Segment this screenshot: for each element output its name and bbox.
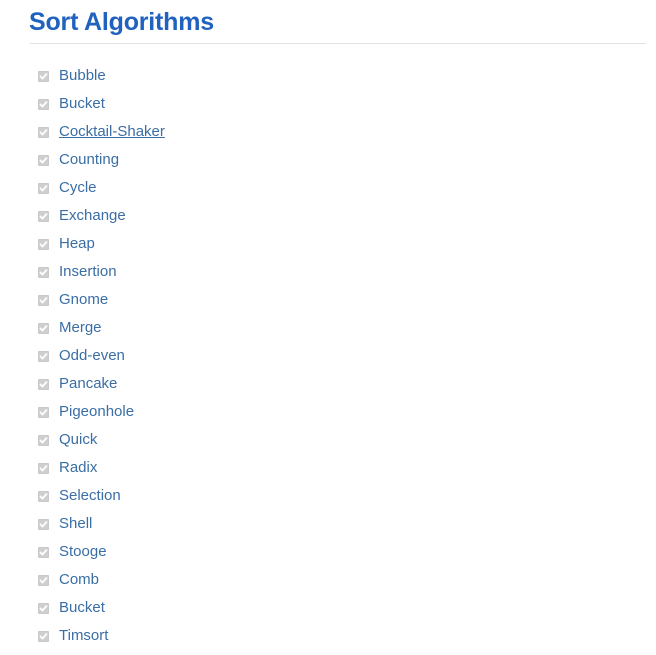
checkbox-checked-disabled-icon[interactable] xyxy=(38,546,49,558)
list-item[interactable]: Cycle xyxy=(0,174,656,202)
checkbox-checked-disabled-icon[interactable] xyxy=(38,462,49,474)
list-item[interactable]: Gnome xyxy=(0,286,656,314)
checkbox-checked-disabled-icon[interactable] xyxy=(38,154,49,166)
list-item[interactable]: Exchange xyxy=(0,202,656,230)
checkbox-checked-disabled-icon[interactable] xyxy=(38,378,49,390)
list-item-label[interactable]: Heap xyxy=(59,235,95,253)
list-item-label[interactable]: Counting xyxy=(59,151,119,169)
list-item-label[interactable]: Cocktail-Shaker xyxy=(59,123,165,141)
title-divider xyxy=(30,43,646,44)
page-root: Sort Algorithms Bubble Bucket Cocktail-Sha… xyxy=(0,0,656,655)
sort-algorithm-list: Bubble Bucket Cocktail-Shaker Counting Cycle… xyxy=(0,62,656,650)
list-item-label[interactable]: Exchange xyxy=(59,207,126,225)
checkbox-checked-disabled-icon[interactable] xyxy=(38,630,49,642)
list-item-label[interactable]: Pigeonhole xyxy=(59,403,134,421)
checkbox-checked-disabled-icon[interactable] xyxy=(38,350,49,362)
checkbox-checked-disabled-icon[interactable] xyxy=(38,406,49,418)
list-item-label[interactable]: Gnome xyxy=(59,291,108,309)
list-item-label[interactable]: Bucket xyxy=(59,599,105,617)
list-item-label[interactable]: Bucket xyxy=(59,95,105,113)
list-item[interactable]: Shell xyxy=(0,510,656,538)
checkbox-checked-disabled-icon[interactable] xyxy=(38,238,49,250)
checkbox-checked-disabled-icon[interactable] xyxy=(38,574,49,586)
list-item[interactable]: Quick xyxy=(0,426,656,454)
checkbox-checked-disabled-icon[interactable] xyxy=(38,70,49,82)
list-item-label[interactable]: Quick xyxy=(59,431,97,449)
list-item-label[interactable]: Pancake xyxy=(59,375,117,393)
checkbox-checked-disabled-icon[interactable] xyxy=(38,434,49,446)
list-item[interactable]: Selection xyxy=(0,482,656,510)
checkbox-checked-disabled-icon[interactable] xyxy=(38,294,49,306)
checkbox-checked-disabled-icon[interactable] xyxy=(38,126,49,138)
list-item[interactable]: Bucket xyxy=(0,594,656,622)
list-item-label[interactable]: Bubble xyxy=(59,67,106,85)
list-item[interactable]: Pigeonhole xyxy=(0,398,656,426)
list-item-label[interactable]: Comb xyxy=(59,571,99,589)
list-item[interactable]: Counting xyxy=(0,146,656,174)
list-item-label[interactable]: Cycle xyxy=(59,179,97,197)
list-item[interactable]: Bucket xyxy=(0,90,656,118)
list-item[interactable]: Pancake xyxy=(0,370,656,398)
list-item-label[interactable]: Timsort xyxy=(59,627,108,645)
list-item-label[interactable]: Merge xyxy=(59,319,102,337)
checkbox-checked-disabled-icon[interactable] xyxy=(38,490,49,502)
checkbox-checked-disabled-icon[interactable] xyxy=(38,98,49,110)
checkbox-checked-disabled-icon[interactable] xyxy=(38,518,49,530)
list-item[interactable]: Radix xyxy=(0,454,656,482)
list-item[interactable]: Odd-even xyxy=(0,342,656,370)
checkbox-checked-disabled-icon[interactable] xyxy=(38,266,49,278)
list-item-label[interactable]: Stooge xyxy=(59,543,107,561)
list-item[interactable]: Stooge xyxy=(0,538,656,566)
list-item[interactable]: Cocktail-Shaker xyxy=(0,118,656,146)
list-item-label[interactable]: Insertion xyxy=(59,263,117,281)
list-item[interactable]: Merge xyxy=(0,314,656,342)
list-item-label[interactable]: Shell xyxy=(59,515,92,533)
list-item-label[interactable]: Radix xyxy=(59,459,97,477)
checkbox-checked-disabled-icon[interactable] xyxy=(38,322,49,334)
list-item-label[interactable]: Odd-even xyxy=(59,347,125,365)
list-item[interactable]: Insertion xyxy=(0,258,656,286)
checkbox-checked-disabled-icon[interactable] xyxy=(38,182,49,194)
list-item[interactable]: Comb xyxy=(0,566,656,594)
page-title: Sort Algorithms xyxy=(29,8,214,36)
checkbox-checked-disabled-icon[interactable] xyxy=(38,602,49,614)
list-item[interactable]: Bubble xyxy=(0,62,656,90)
checkbox-checked-disabled-icon[interactable] xyxy=(38,210,49,222)
list-item-label[interactable]: Selection xyxy=(59,487,121,505)
list-item[interactable]: Timsort xyxy=(0,622,656,650)
list-item[interactable]: Heap xyxy=(0,230,656,258)
